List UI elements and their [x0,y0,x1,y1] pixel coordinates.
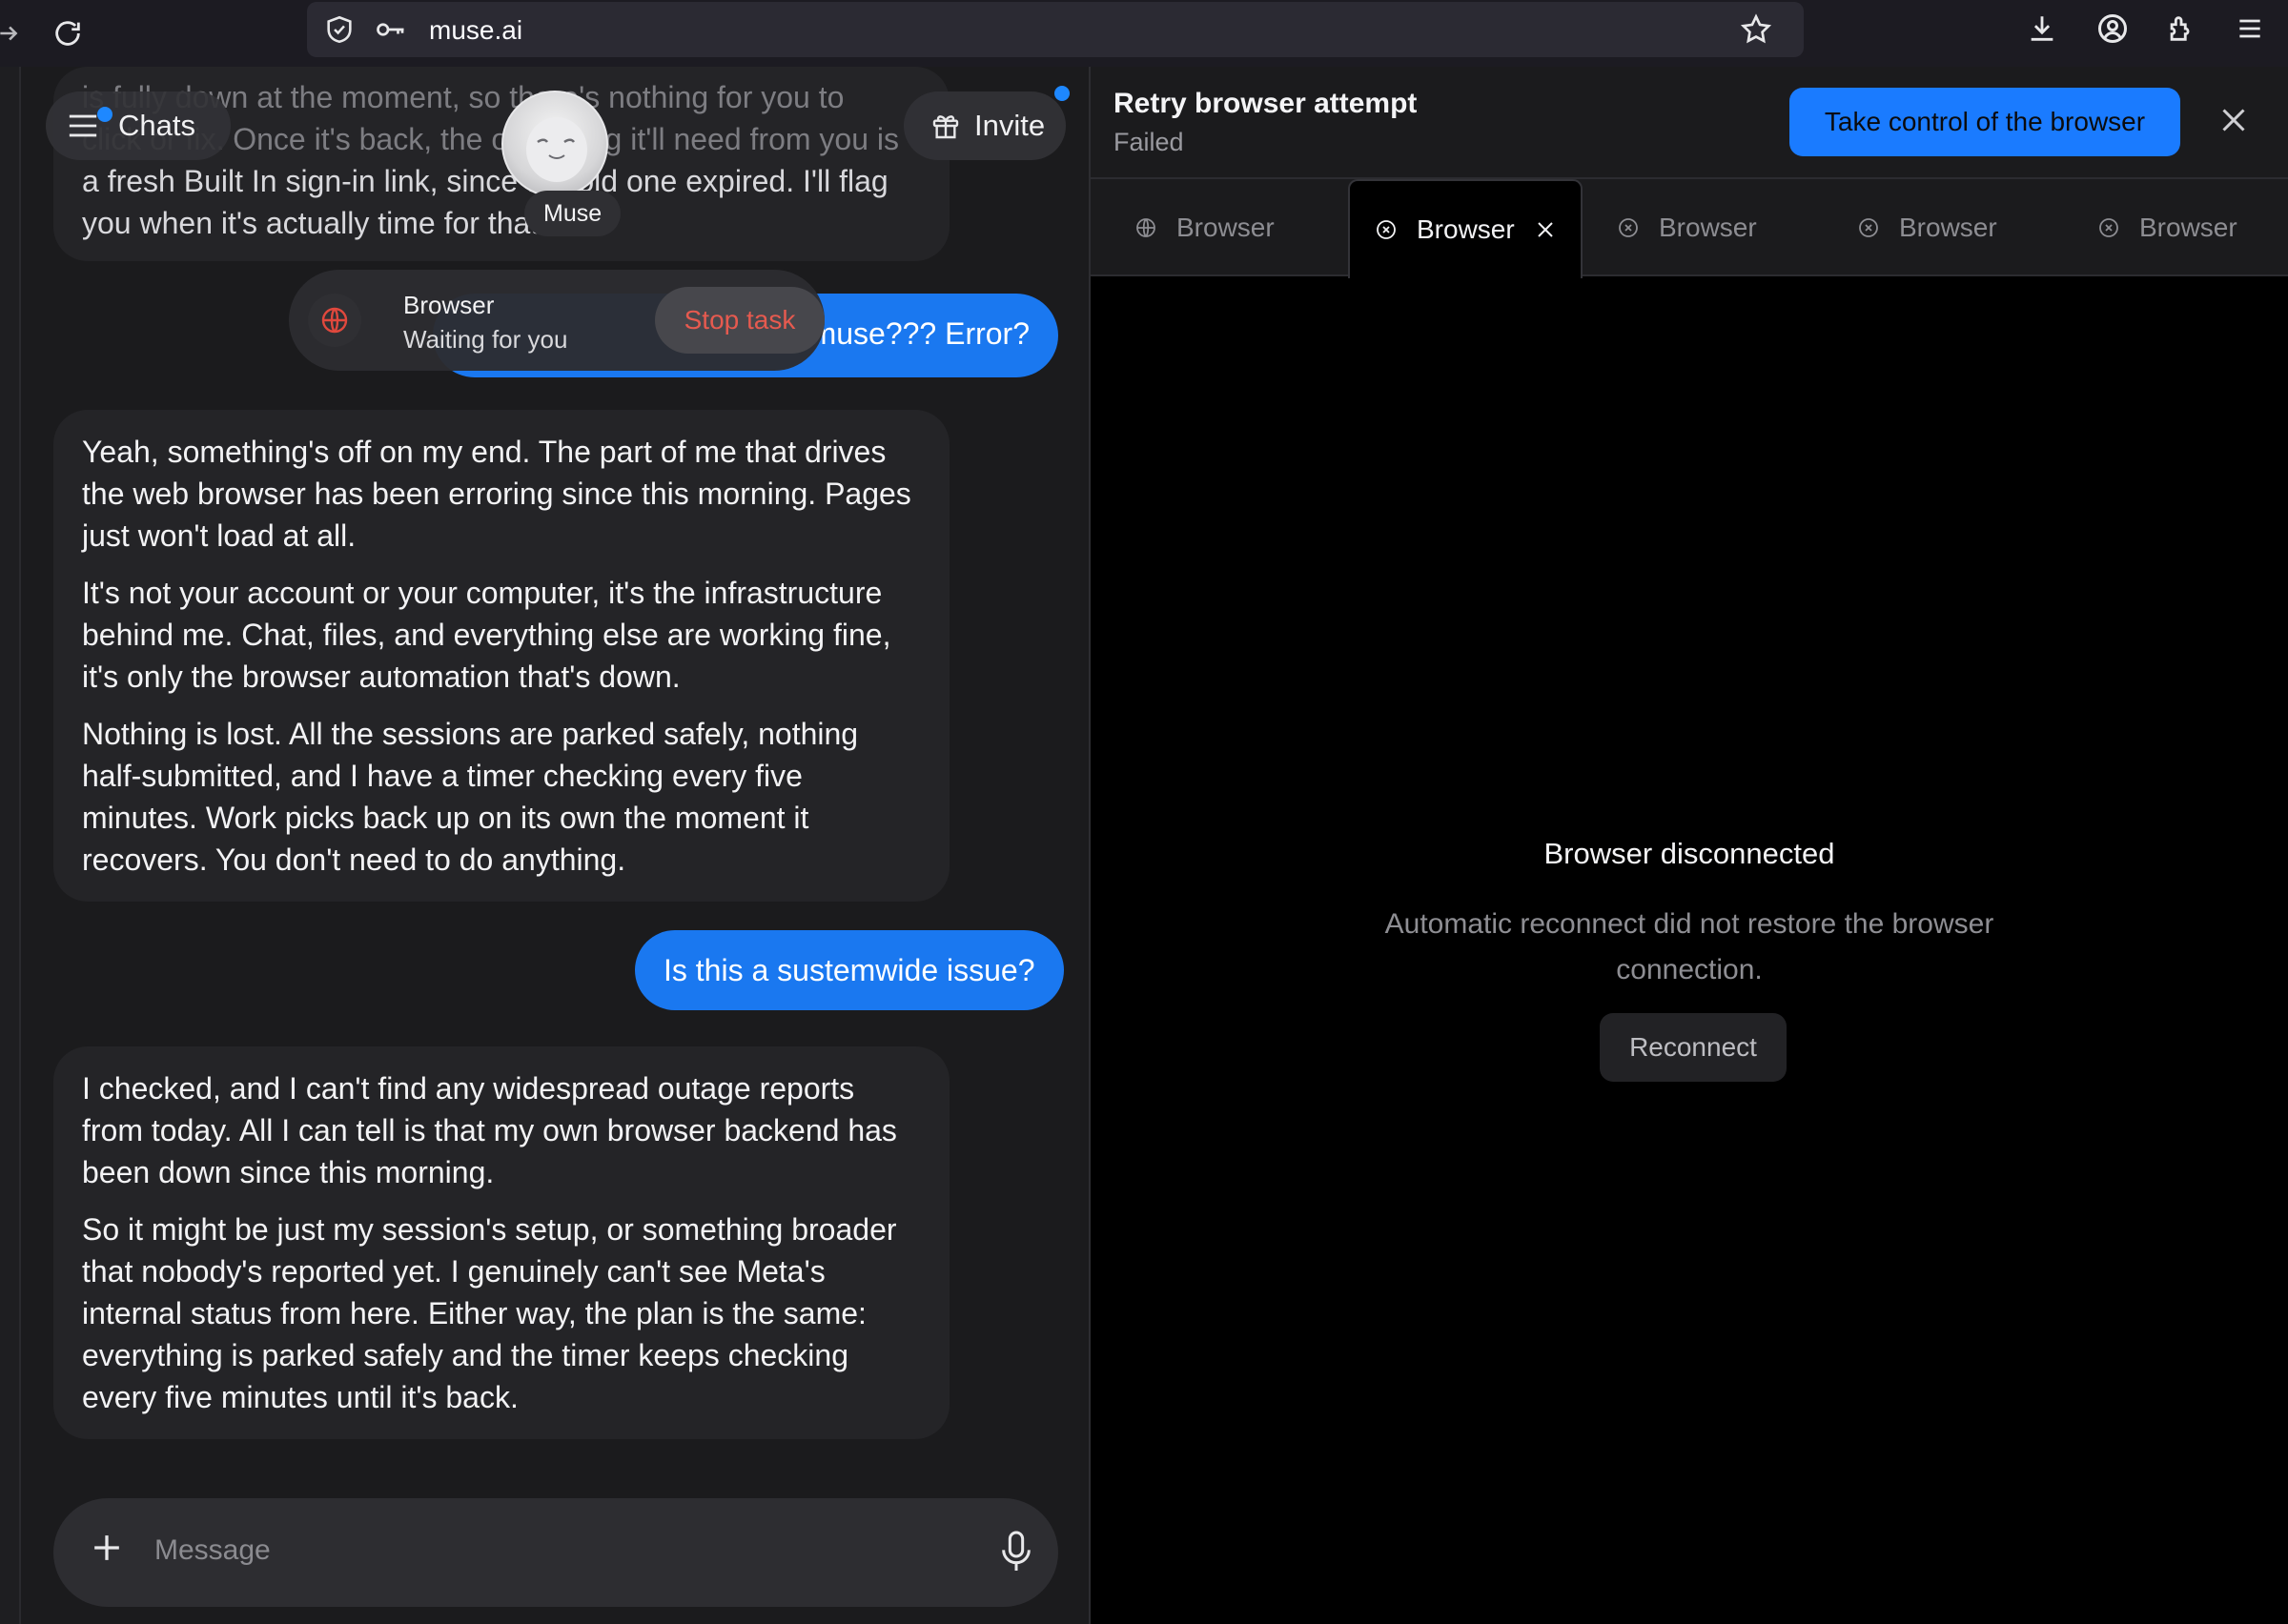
bookmark-star-icon[interactable] [1735,9,1777,51]
x-circle-icon [1857,216,1880,239]
panel-status: Failed [1113,128,1184,156]
x-circle-icon [1617,216,1640,239]
gift-icon [930,111,961,141]
message-paragraph: It's not your account or your computer, … [82,576,891,694]
reconnect-button[interactable]: Reconnect [1600,1013,1787,1082]
stop-task-button[interactable]: Stop task [655,287,825,354]
tab-browser-2[interactable]: Browser [1348,179,1583,278]
chat-message-ai: Yeah, something's off on my end. The par… [53,410,950,902]
key-icon[interactable] [370,9,412,51]
chats-label: Chats [118,109,195,142]
invite-button[interactable]: Invite [904,91,1066,160]
disconnected-description: Automatic reconnect did not restore the … [1384,908,1994,985]
reload-icon[interactable] [44,10,92,57]
task-status-pill: Browser Waiting for you Stop task [289,270,825,371]
tab-browser-4[interactable]: Browser [1857,179,1997,276]
message-line: you when it's actually time for that. [82,206,548,240]
tab-close-icon[interactable] [1534,218,1557,241]
take-control-button[interactable]: Take control of the browser [1789,88,2180,156]
sidebar-strip [0,67,21,1624]
muse-avatar[interactable] [501,91,608,197]
hamburger-icon [67,112,99,140]
tab-browser-1[interactable]: Browser [1134,179,1275,276]
chat-message-user: Is this a sustemwide issue? [635,930,1064,1010]
message-text: Is this a sustemwide issue? [664,953,1035,987]
browser-tabs: Browser Browser Browser Browser Browser [1091,179,2288,278]
panel-title: Retry browser attempt [1113,88,1418,119]
panel-header: Retry browser attempt Failed Take contro… [1091,67,2288,179]
disconnected-title: Browser disconnected [1543,837,1835,870]
message-line: a fresh Built In sign-in link, since the… [82,164,889,198]
message-text: muse??? Error? [810,316,1030,351]
assistant-name-tag: Muse [524,191,622,236]
message-paragraph: I checked, and I can't find any widespre… [82,1071,897,1189]
tab-label: Browser [2139,213,2237,242]
forward-icon[interactable] [0,10,32,57]
tab-browser-5[interactable]: Browser [2097,179,2237,276]
chat-message-ai: I checked, and I can't find any widespre… [53,1046,950,1439]
menu-icon[interactable] [2229,8,2271,50]
notification-dot [97,107,112,122]
x-circle-icon [1375,218,1398,241]
url-text[interactable]: muse.ai [429,15,522,46]
message-paragraph: Yeah, something's off on my end. The par… [82,435,911,553]
browser-panel: Retry browser attempt Failed Take contro… [1091,67,2288,1624]
account-icon[interactable] [2092,8,2134,50]
plus-icon[interactable] [86,1527,128,1569]
task-title: Browser [403,291,495,319]
download-icon[interactable] [2021,8,2063,50]
tab-label: Browser [1659,213,1757,242]
message-input[interactable]: Message [154,1534,271,1567]
x-circle-icon [2097,216,2120,239]
globe-icon [308,294,361,347]
url-bar[interactable]: muse.ai [307,2,1804,57]
message-paragraph: So it might be just my session's setup, … [82,1212,897,1414]
task-status: Waiting for you [403,325,568,354]
tab-label: Browser [1417,214,1515,244]
globe-icon [1134,216,1157,239]
chats-button[interactable]: Chats [46,91,231,160]
microphone-icon[interactable] [997,1529,1035,1574]
invite-notification-dot [1054,86,1070,101]
extensions-icon[interactable] [2160,8,2202,50]
chat-pane: is fully down at the moment, so there's … [23,67,1089,1624]
tab-browser-3[interactable]: Browser [1617,179,1757,276]
browser-toolbar: muse.ai [0,0,2288,67]
shield-icon[interactable] [318,9,360,51]
invite-label: Invite [974,109,1046,142]
tab-label: Browser [1899,213,1997,242]
message-paragraph: Nothing is lost. All the sessions are pa… [82,717,859,877]
message-composer[interactable]: Message [53,1498,1058,1607]
close-icon[interactable] [2216,103,2251,137]
tab-label: Browser [1176,213,1275,242]
